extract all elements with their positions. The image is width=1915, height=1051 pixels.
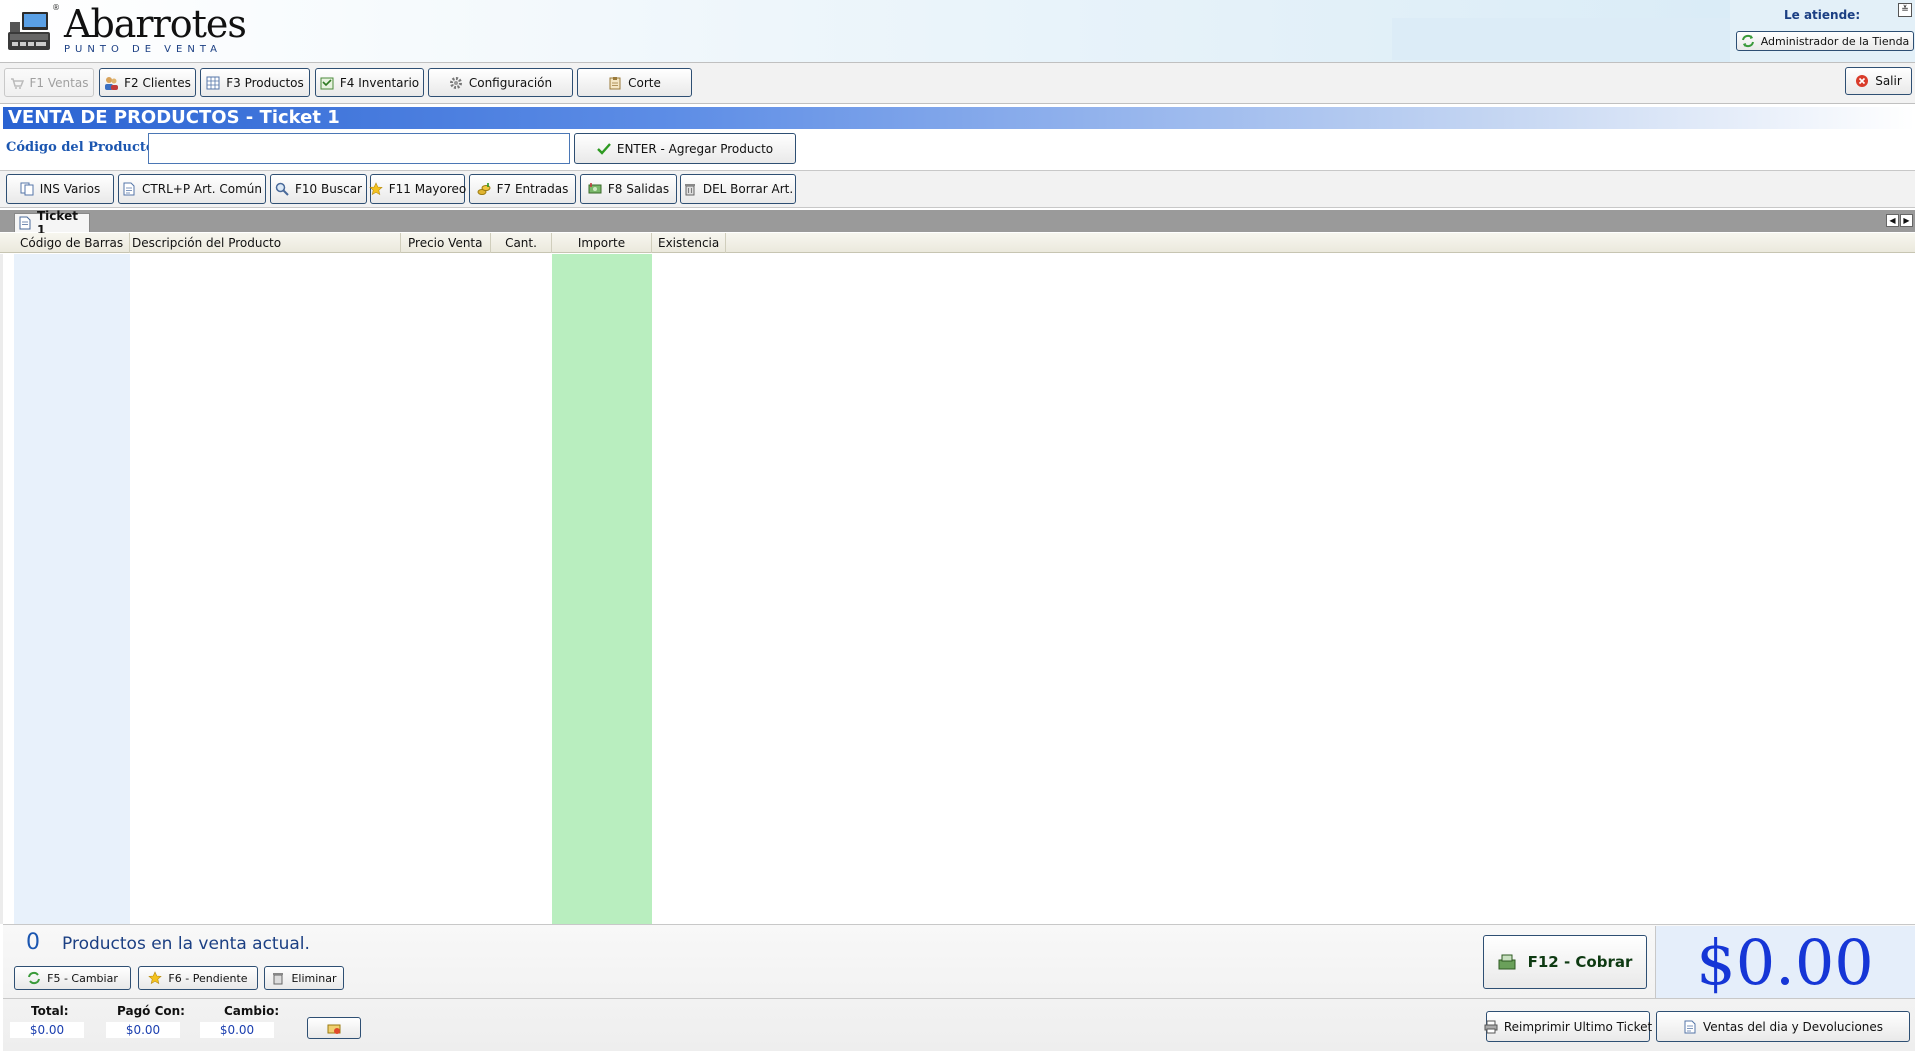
daily-sales-button[interactable]: Ventas del dia y Devoluciones bbox=[1656, 1011, 1910, 1042]
cash-drawer-icon bbox=[327, 1021, 341, 1035]
paid-with-value: $0.00 bbox=[106, 1022, 180, 1038]
art-comun-button[interactable]: CTRL+P Art. Común bbox=[118, 174, 266, 204]
coins-icon bbox=[477, 182, 491, 196]
cart-icon bbox=[10, 76, 24, 90]
mayoreo-button[interactable]: F11 Mayoreo bbox=[369, 174, 466, 204]
star-icon bbox=[369, 182, 383, 196]
reprint-ticket-button[interactable]: Reimprimir Ultimo Ticket bbox=[1484, 1011, 1652, 1042]
column-header-existencia[interactable]: Existencia bbox=[652, 233, 726, 253]
printer-icon bbox=[1484, 1020, 1498, 1034]
column-header-importe[interactable]: Importe bbox=[552, 233, 652, 253]
tab-scroll-right-button[interactable]: ▶ bbox=[1900, 214, 1913, 227]
change-amount-label: Cambio: bbox=[224, 1004, 280, 1018]
attendant-panel-bg bbox=[1392, 18, 1732, 60]
attendant-name: Administrador de la Tienda bbox=[1760, 34, 1910, 48]
product-code-input[interactable] bbox=[148, 133, 570, 164]
toolbar-clientes-button[interactable]: F2 Clientes bbox=[99, 68, 196, 97]
grid-icon bbox=[206, 76, 220, 90]
column-header-description[interactable]: Descripción del Producto bbox=[126, 233, 401, 253]
inventory-icon bbox=[320, 76, 334, 90]
grid-left-edge bbox=[0, 254, 3, 924]
ticket-tab-strip bbox=[0, 210, 1915, 232]
column-header-barcode[interactable]: Código de Barras bbox=[14, 233, 130, 253]
total-label: Total: bbox=[31, 1004, 69, 1018]
ticket-document-icon bbox=[19, 216, 33, 230]
buscar-button[interactable]: F10 Buscar bbox=[270, 174, 367, 204]
toolbar-configuracion-button[interactable]: Configuración bbox=[428, 68, 573, 97]
column-header-quantity[interactable]: Cant. bbox=[491, 233, 552, 253]
refresh-icon bbox=[1741, 34, 1755, 48]
pending-ticket-button[interactable]: F6 - Pendiente bbox=[138, 966, 258, 990]
importe-column-highlight bbox=[552, 254, 652, 924]
gear-icon bbox=[449, 76, 463, 90]
cash-drawer-button[interactable] bbox=[307, 1017, 361, 1039]
exit-button[interactable]: Salir bbox=[1845, 67, 1912, 95]
grid-header: Código de Barras Descripción del Product… bbox=[0, 233, 1915, 253]
close-circle-icon bbox=[1855, 74, 1869, 88]
ins-varios-button[interactable]: INS Varios bbox=[6, 174, 114, 204]
tab-ticket-1[interactable]: Ticket 1 bbox=[14, 209, 90, 237]
document-icon bbox=[122, 182, 136, 196]
change-amount-value: $0.00 bbox=[200, 1022, 274, 1038]
app-logo-text: Abarrotes bbox=[64, 2, 247, 46]
copy-icon bbox=[20, 182, 34, 196]
add-product-button[interactable]: ENTER - Agregar Producto bbox=[574, 133, 796, 164]
column-header-price[interactable]: Precio Venta bbox=[401, 233, 491, 253]
page-title: VENTA DE PRODUCTOS - Ticket 1 bbox=[3, 107, 1915, 129]
toolbar-ventas-button[interactable]: F1 Ventas bbox=[4, 68, 94, 97]
attendant-user-button[interactable]: Administrador de la Tienda bbox=[1736, 31, 1914, 51]
product-code-label: Código del Producto: bbox=[6, 140, 160, 155]
registered-mark: ® bbox=[52, 3, 60, 12]
paid-with-label: Pagó Con: bbox=[117, 1004, 185, 1018]
toolbar-inventario-button[interactable]: F4 Inventario bbox=[315, 68, 424, 97]
charge-button[interactable]: F12 - Cobrar bbox=[1483, 935, 1647, 989]
salidas-button[interactable]: F8 Salidas bbox=[580, 174, 677, 204]
product-count-label: Productos en la venta actual. bbox=[62, 934, 310, 954]
app-logo-subtitle: PUNTO DE VENTA bbox=[64, 44, 222, 55]
ticket-grid-body[interactable] bbox=[0, 254, 1915, 924]
cash-register-logo-icon bbox=[6, 8, 52, 54]
trash-icon bbox=[683, 182, 697, 196]
toolbar-corte-button[interactable]: Corte bbox=[577, 68, 692, 97]
cash-icon bbox=[588, 182, 602, 196]
total-value: $0.00 bbox=[10, 1022, 84, 1038]
toolbar-productos-button[interactable]: F3 Productos bbox=[200, 68, 310, 97]
borrar-articulo-button[interactable]: DEL Borrar Art. bbox=[680, 174, 796, 204]
clipboard-icon bbox=[608, 76, 622, 90]
cash-register-icon bbox=[1498, 954, 1516, 970]
users-icon bbox=[104, 76, 119, 90]
delete-ticket-button[interactable]: Eliminar bbox=[264, 966, 344, 990]
check-icon bbox=[597, 142, 611, 156]
entradas-button[interactable]: F7 Entradas bbox=[469, 174, 576, 204]
tab-scroll-left-button[interactable]: ◀ bbox=[1886, 214, 1899, 227]
document-icon bbox=[1683, 1020, 1697, 1034]
refresh-icon bbox=[27, 971, 41, 985]
collapse-header-button[interactable]: ≚ bbox=[1898, 3, 1912, 17]
search-icon bbox=[275, 182, 289, 196]
star-icon bbox=[148, 971, 163, 985]
total-display: $0.00 bbox=[1696, 926, 1874, 999]
product-count: 0 bbox=[26, 930, 40, 955]
trash-icon bbox=[271, 971, 285, 985]
change-ticket-button[interactable]: F5 - Cambiar bbox=[14, 966, 131, 990]
attendant-label: Le atiende: bbox=[1784, 8, 1861, 22]
footer-divider bbox=[3, 998, 1915, 999]
barcode-column-highlight bbox=[14, 254, 130, 924]
